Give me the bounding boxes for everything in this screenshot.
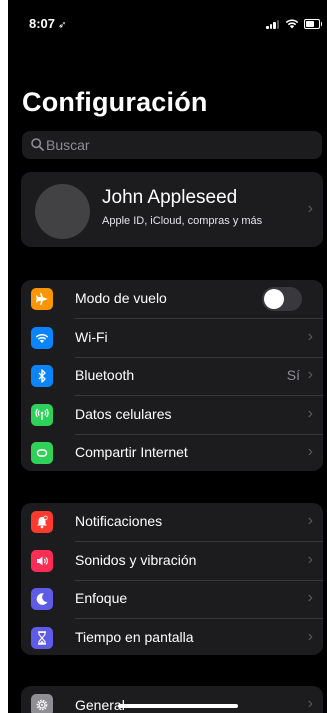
bluetooth-status-value: Sí [286, 367, 300, 383]
chevron-right-icon: › [307, 627, 313, 645]
wifi-status-icon [285, 19, 299, 29]
settings-row-sounds[interactable]: Sonidos y vibración › [21, 542, 323, 580]
chevron-right-icon: › [307, 366, 313, 383]
status-time-wrap: 8:07 ➶ [29, 16, 66, 31]
moon-icon [31, 588, 53, 610]
row-label: Sonidos y vibración [75, 551, 197, 568]
gear-icon [31, 694, 53, 713]
row-label: Enfoque [75, 590, 128, 606]
row-label: Tiempo en pantalla [75, 628, 194, 645]
apple-id-profile[interactable]: John Appleseed Apple ID, iCloud, compras… [21, 172, 323, 247]
chevron-right-icon: › [307, 443, 313, 460]
row-label: Wi-Fi [75, 328, 108, 345]
notifications-group: Notificaciones › Sonidos y vibración › E… [21, 503, 323, 655]
settings-row-general[interactable]: General › [21, 686, 323, 713]
settings-row-cellular[interactable]: Datos celulares › [21, 396, 323, 434]
settings-row-focus[interactable]: Enfoque › [21, 580, 323, 619]
row-label: Notificaciones [75, 513, 163, 529]
toggle-knob [264, 289, 284, 309]
profile-subtitle: Apple ID, iCloud, compras y más [102, 215, 263, 227]
settings-row-notifications[interactable]: Notificaciones › [21, 503, 323, 542]
chevron-right-icon: › [307, 512, 313, 529]
page-title: Configuración [22, 87, 208, 117]
chevron-right-icon: › [307, 327, 313, 345]
status-time: 8:07 [29, 16, 56, 31]
row-label: Compartir Internet [75, 444, 188, 460]
chevron-right-icon: › [307, 200, 313, 217]
home-indicator[interactable] [118, 704, 238, 708]
search-icon [31, 138, 44, 151]
profile-name: John Appleseed [102, 187, 238, 208]
chevron-right-icon: › [307, 695, 313, 712]
connectivity-group: Modo de vuelo Wi-Fi › Bluetooth Sí › Dat… [21, 280, 323, 471]
settings-row-screen-time[interactable]: Tiempo en pantalla › [21, 619, 323, 656]
chevron-right-icon: › [307, 404, 313, 422]
wifi-icon [31, 326, 53, 349]
bluetooth-icon [31, 365, 53, 387]
cellular-signal-icon [266, 19, 280, 29]
row-label: Bluetooth [75, 367, 135, 383]
location-arrow-icon: ➶ [58, 20, 67, 31]
settings-row-airplane-mode[interactable]: Modo de vuelo [21, 280, 323, 319]
row-label: Datos celulares [75, 405, 172, 422]
chevron-right-icon: › [307, 589, 313, 606]
bell-icon [31, 511, 53, 533]
avatar [35, 184, 90, 239]
antenna-icon [31, 403, 53, 426]
settings-screen: 8:07➶ Configuración John Appleseed Apple… [8, 0, 327, 713]
row-label: Modo de vuelo [75, 290, 167, 306]
chevron-right-icon: › [307, 550, 313, 568]
search-bar[interactable] [22, 131, 322, 159]
settings-row-wifi[interactable]: Wi-Fi › [21, 319, 323, 357]
hourglass-icon [31, 626, 53, 649]
airplane-icon [31, 288, 53, 310]
search-input[interactable] [46, 131, 306, 159]
battery-icon [304, 19, 322, 29]
settings-row-bluetooth[interactable]: Bluetooth Sí › [21, 357, 323, 396]
settings-row-hotspot[interactable]: Compartir Internet › [21, 434, 323, 471]
link-icon [31, 442, 53, 464]
speaker-icon [31, 549, 53, 572]
status-bar: 8:07 ➶ [8, 0, 327, 44]
general-group: General › [21, 686, 323, 713]
airplane-mode-toggle[interactable] [262, 287, 302, 311]
